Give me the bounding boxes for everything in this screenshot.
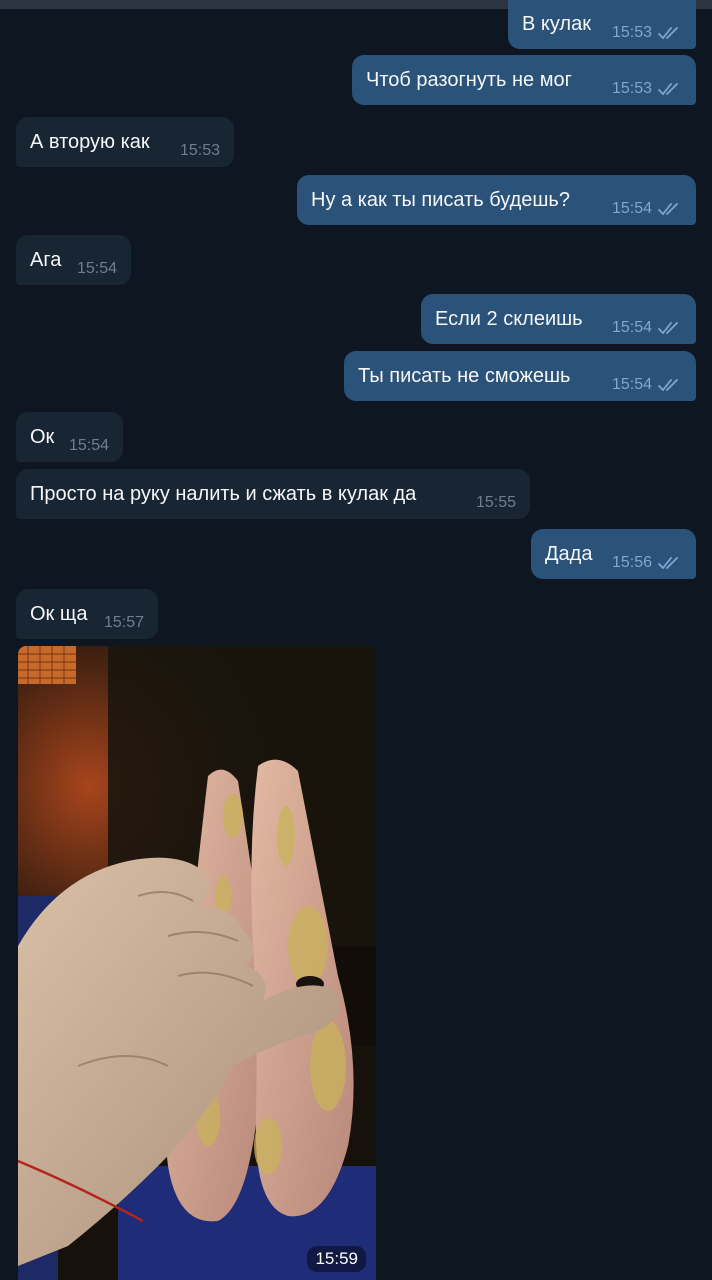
- photo-message[interactable]: 15:59: [18, 646, 376, 1280]
- message-time: 15:54: [68, 437, 109, 454]
- message-bubble[interactable]: А вторую как 15:53: [16, 117, 234, 167]
- message-time: 15:54: [611, 319, 652, 336]
- message-time: 15:55: [475, 494, 516, 511]
- message-bubble[interactable]: Ты писать не сможешь 15:54: [344, 351, 696, 401]
- message-time: 15:53: [611, 80, 652, 97]
- message-time: 15:57: [103, 614, 144, 631]
- message-bubble[interactable]: Ага 15:54: [16, 235, 131, 285]
- message-bubble[interactable]: Дада 15:56: [531, 529, 696, 579]
- message-bubble[interactable]: Просто на руку налить и сжать в кулак да…: [16, 469, 530, 519]
- message-time: 15:56: [611, 554, 652, 571]
- message-text: Ну а как ты писать будешь?: [311, 189, 570, 211]
- message-bubble[interactable]: Ок ща 15:57: [16, 589, 158, 639]
- message-text: В кулак: [522, 13, 591, 35]
- double-check-icon: [658, 555, 682, 571]
- message-bubble[interactable]: Ок 15:54: [16, 412, 123, 462]
- message-text: Просто на руку налить и сжать в кулак да: [30, 483, 417, 505]
- photo-time: 15:59: [307, 1246, 366, 1272]
- message-text: Ок: [30, 426, 55, 448]
- message-time: 15:54: [611, 376, 652, 393]
- photo-image: [18, 646, 376, 1280]
- message-time: 15:54: [76, 260, 117, 277]
- double-check-icon: [658, 81, 682, 97]
- double-check-icon: [658, 377, 682, 393]
- message-bubble[interactable]: Если 2 склеишь 15:54: [421, 294, 696, 344]
- message-text: Если 2 склеишь: [435, 308, 583, 330]
- message-time: 15:53: [179, 142, 220, 159]
- double-check-icon: [658, 320, 682, 336]
- message-text: Ок ща: [30, 603, 88, 625]
- message-time: 15:54: [611, 200, 652, 217]
- chat-history[interactable]: В кулак 15:53 Чтоб разогнуть не мог 15:5…: [0, 0, 712, 1280]
- message-time: 15:53: [611, 24, 652, 41]
- double-check-icon: [658, 201, 682, 217]
- message-text: Дада: [545, 543, 593, 565]
- message-text: Чтоб разогнуть не мог: [366, 69, 572, 91]
- double-check-icon: [658, 25, 682, 41]
- message-text: Ты писать не сможешь: [358, 365, 571, 387]
- message-bubble[interactable]: Ну а как ты писать будешь? 15:54: [297, 175, 696, 225]
- message-bubble[interactable]: В кулак 15:53: [508, 0, 696, 49]
- message-text: Ага: [30, 249, 62, 271]
- message-text: А вторую как: [30, 131, 150, 153]
- message-bubble[interactable]: Чтоб разогнуть не мог 15:53: [352, 55, 696, 105]
